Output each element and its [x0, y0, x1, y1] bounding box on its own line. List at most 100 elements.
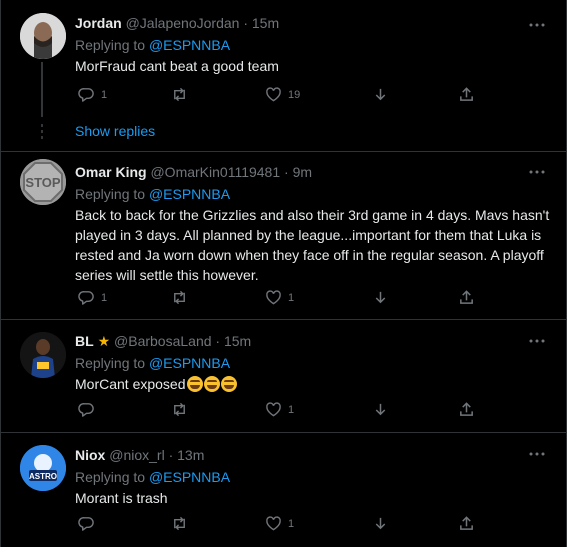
user-handle[interactable]: @OmarKin01119481 — [150, 164, 280, 180]
share-icon — [460, 516, 473, 530]
mention-link[interactable]: @ESPNNBA — [149, 469, 230, 485]
tweet-body: Omar King @OmarKin01119481 · 9m Replying… — [75, 163, 552, 285]
tweet-jordan[interactable]: Jordan @JalapenoJordan · 15m Replying to… — [1, 0, 566, 151]
like-button[interactable]: 1 — [265, 289, 294, 306]
replying-label: Replying to — [75, 37, 146, 53]
display-name[interactable]: Niox — [75, 447, 105, 463]
tweet-body: Jordan @JalapenoJordan · 15m Replying to… — [75, 14, 552, 76]
show-replies-link[interactable]: Show replies — [75, 123, 155, 139]
astro-logo-avatar-icon: ASTRO — [20, 445, 66, 491]
retweet-button[interactable] — [171, 86, 194, 103]
user-handle[interactable]: @BarbosaLand — [114, 333, 212, 349]
reply-button[interactable] — [78, 401, 101, 418]
arrow-down-icon — [375, 291, 386, 304]
avatar[interactable]: STOP — [20, 159, 66, 205]
reply-count: 1 — [101, 291, 108, 304]
more-options-icon[interactable] — [528, 163, 546, 181]
reply-icon — [78, 403, 94, 417]
tweet-niox[interactable]: ASTRO Niox @niox_rl · 13m Replying to @E… — [1, 433, 566, 547]
arrow-down-icon — [375, 403, 386, 416]
reply-button[interactable]: 1 — [78, 289, 107, 306]
stop-sign-text: STOP — [25, 175, 60, 190]
retweet-button[interactable] — [171, 289, 194, 306]
display-name[interactable]: Jordan — [75, 15, 122, 31]
mention-link[interactable]: @ESPNNBA — [149, 355, 230, 371]
vote-button[interactable] — [372, 515, 389, 532]
separator-dot: · — [284, 164, 289, 180]
tweet-text: MorCant exposed — [75, 376, 186, 392]
retweet-icon — [174, 290, 185, 305]
reply-button[interactable] — [78, 515, 101, 532]
like-count: 1 — [288, 517, 295, 530]
display-name[interactable]: Omar King — [75, 164, 147, 180]
avatar[interactable] — [20, 332, 66, 378]
share-button[interactable] — [458, 86, 475, 103]
heart-icon — [266, 402, 281, 417]
share-icon — [460, 402, 473, 416]
arrow-down-icon — [375, 88, 386, 101]
retweet-icon — [174, 87, 185, 102]
avatar[interactable]: ASTRO — [20, 445, 66, 491]
display-name[interactable]: BL — [75, 333, 94, 349]
retweet-button[interactable] — [171, 401, 194, 418]
stop-sign-avatar-icon: STOP — [20, 159, 66, 205]
replying-to: Replying to @ESPNNBA — [75, 184, 552, 204]
heart-icon — [266, 87, 281, 102]
timestamp[interactable]: 9m — [293, 164, 312, 180]
heart-icon — [266, 290, 281, 305]
joy-emoji-icon — [220, 376, 237, 392]
joy-emoji-icon — [186, 376, 203, 392]
action-bar: 1 — [75, 515, 485, 535]
thread-dot — [41, 130, 43, 133]
separator-dot: · — [168, 447, 174, 463]
astro-logo-text: ASTRO — [29, 472, 57, 481]
more-options-icon[interactable] — [528, 332, 546, 350]
thread-dot — [41, 124, 43, 127]
timestamp[interactable]: 15m — [252, 15, 279, 31]
replying-label: Replying to — [75, 355, 146, 371]
share-button[interactable] — [458, 289, 475, 306]
reply-thread: Jordan @JalapenoJordan · 15m Replying to… — [0, 0, 567, 547]
retweet-button[interactable] — [171, 515, 194, 532]
avatar[interactable] — [20, 13, 66, 59]
reply-icon — [78, 291, 94, 305]
like-count: 19 — [288, 88, 301, 101]
like-button[interactable]: 19 — [265, 86, 300, 103]
mention-link[interactable]: @ESPNNBA — [149, 186, 230, 202]
tweet-omar-king[interactable]: STOP Omar King @OmarKin01119481 · 9m Rep… — [1, 152, 566, 319]
vote-button[interactable] — [372, 289, 389, 306]
like-button[interactable]: 1 — [265, 515, 294, 532]
thread-dot — [41, 136, 43, 139]
replying-to: Replying to @ESPNNBA — [75, 353, 552, 373]
action-bar: 1 — [75, 401, 485, 421]
retweet-icon — [174, 516, 185, 531]
reply-icon — [78, 88, 94, 102]
tweet-body: BL ★ @BarbosaLand · 15m Replying to @ESP… — [75, 332, 552, 394]
separator-dot: · — [243, 15, 248, 31]
user-handle[interactable]: @niox_rl — [109, 447, 164, 463]
user-handle[interactable]: @JalapenoJordan — [126, 15, 240, 31]
basketball-player-avatar-icon — [20, 332, 66, 378]
tweet-bl[interactable]: BL ★ @BarbosaLand · 15m Replying to @ESP… — [1, 320, 566, 432]
replying-label: Replying to — [75, 469, 146, 485]
more-options-icon[interactable] — [528, 16, 546, 34]
reply-button[interactable]: 1 — [78, 86, 107, 103]
retweet-icon — [174, 402, 185, 417]
tweet-text: Morant is trash — [75, 490, 168, 506]
like-button[interactable]: 1 — [265, 401, 294, 418]
reply-icon — [78, 517, 94, 531]
action-bar: 1 1 — [75, 289, 485, 309]
joy-emoji-icon — [203, 376, 220, 392]
vote-button[interactable] — [372, 401, 389, 418]
vote-button[interactable] — [372, 86, 389, 103]
thread-line — [41, 62, 43, 117]
action-bar: 1 19 — [75, 86, 485, 106]
share-button[interactable] — [458, 401, 475, 418]
share-button[interactable] — [458, 515, 475, 532]
arrow-down-icon — [375, 517, 386, 530]
more-options-icon[interactable] — [528, 445, 546, 463]
timestamp[interactable]: 13m — [177, 447, 204, 463]
mention-link[interactable]: @ESPNNBA — [149, 37, 230, 53]
timestamp[interactable]: 15m — [224, 333, 251, 349]
reply-count: 1 — [101, 88, 108, 101]
